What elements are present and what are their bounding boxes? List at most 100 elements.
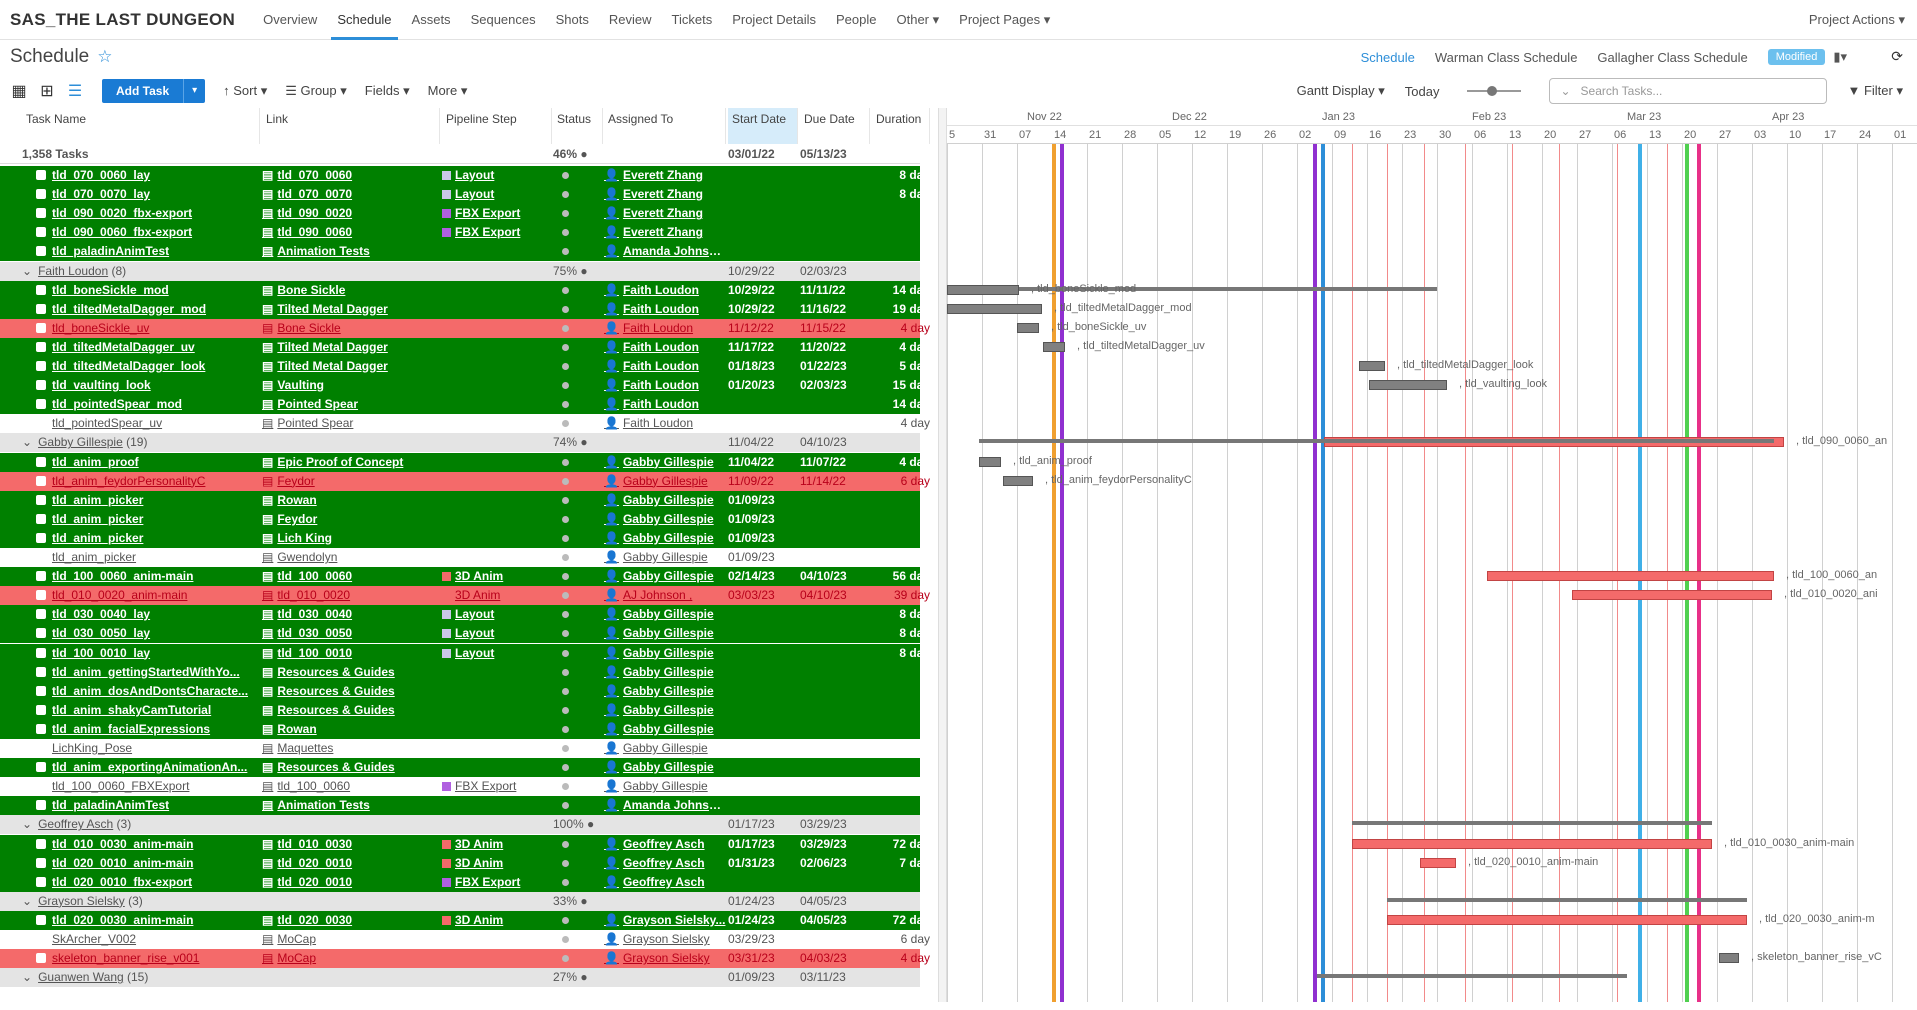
assigned-to[interactable]: 👤 Geoffrey Asch <box>604 835 726 854</box>
start-date[interactable] <box>728 644 798 663</box>
today-button[interactable]: Today <box>1405 84 1440 99</box>
assigned-to[interactable]: 👤 Amanda Johnso... <box>604 796 726 815</box>
status-icon[interactable] <box>562 548 592 567</box>
status-icon[interactable] <box>562 758 592 777</box>
checkbox-icon[interactable] <box>36 857 46 868</box>
star-icon[interactable]: ☆ <box>97 47 112 67</box>
checkbox-icon[interactable] <box>36 781 46 792</box>
start-date[interactable] <box>728 166 798 185</box>
chevron-down-icon[interactable]: ⌄ <box>22 817 32 831</box>
status-icon[interactable] <box>562 930 592 949</box>
gantt-task-bar[interactable] <box>1487 571 1774 582</box>
task-link[interactable]: ▤ Bone Sickle <box>262 281 440 300</box>
task-name[interactable]: tld_tiltedMetalDagger_look <box>36 357 258 376</box>
duration[interactable] <box>872 758 930 777</box>
due-date[interactable]: 03/29/23 <box>800 835 870 854</box>
table-row[interactable]: tld_090_0060_fbx-export ▤ tld_090_0060 FBX … <box>0 223 920 243</box>
table-row[interactable]: tld_vaulting_look ▤ Vaulting 👤 Faith Loudon 0… <box>0 376 930 396</box>
nav-project-details[interactable]: Project Details <box>722 0 826 40</box>
start-date[interactable]: 11/12/22 <box>728 319 798 338</box>
status-icon[interactable] <box>562 854 592 873</box>
start-date[interactable] <box>728 242 798 261</box>
more-button[interactable]: More ▾ <box>428 83 468 99</box>
status-icon[interactable] <box>562 796 592 815</box>
assigned-to[interactable]: 👤 Grayson Sielsky <box>604 930 726 949</box>
table-row[interactable]: tld_030_0040_lay ▤ tld_030_0040 Layout 👤 Gabb… <box>0 605 930 625</box>
checkbox-icon[interactable] <box>36 838 46 849</box>
assigned-to[interactable]: 👤 Faith Loudon <box>604 395 726 414</box>
table-row[interactable]: tld_070_0060_lay ▤ tld_070_0060 Layout 👤 Ever… <box>0 166 930 185</box>
task-link[interactable]: ▤ Resources & Guides <box>262 682 440 701</box>
gantt-task-bar[interactable] <box>947 284 1019 295</box>
due-date[interactable] <box>800 777 870 796</box>
duration[interactable] <box>872 720 930 739</box>
status-icon[interactable] <box>562 949 592 968</box>
assigned-to[interactable]: 👤 Faith Loudon <box>604 300 726 319</box>
assigned-to[interactable]: 👤 Gabby Gillespie <box>604 453 726 472</box>
task-name[interactable]: tld_010_0020_anim-main <box>36 586 258 605</box>
checkbox-icon[interactable] <box>36 513 46 524</box>
task-link[interactable]: ▤ tld_030_0050 <box>262 624 440 643</box>
assigned-to[interactable]: 👤 Amanda Johnso... <box>604 242 726 261</box>
status-icon[interactable] <box>562 720 592 739</box>
start-date[interactable] <box>728 739 798 758</box>
table-row[interactable]: tld_100_0010_lay ▤ tld_100_0010 Layout 👤 Gabb… <box>0 643 930 663</box>
due-date[interactable] <box>800 223 870 242</box>
start-date[interactable] <box>728 185 798 204</box>
assigned-to[interactable]: 👤 Gabby Gillespie <box>604 682 726 701</box>
task-name[interactable]: tld_anim_proof <box>36 453 258 472</box>
table-row[interactable]: tld_anim_dosAndDontsCharacte... ▤ Resource… <box>0 681 920 701</box>
table-row[interactable]: tld_anim_picker ▤ Gwendolyn 👤 Gabby Gillespi… <box>0 548 920 567</box>
checkbox-icon[interactable] <box>36 456 46 467</box>
due-date[interactable]: 11/11/22 <box>800 281 870 300</box>
task-link[interactable]: ▤ tld_090_0020 <box>262 204 440 223</box>
view-gallagher[interactable]: Gallagher Class Schedule <box>1597 50 1747 65</box>
task-name[interactable]: SkArcher_V002 <box>36 930 258 949</box>
page-icon[interactable]: ▮▾ <box>1833 49 1847 65</box>
start-date[interactable]: 01/31/23 <box>728 854 798 873</box>
column-header[interactable]: Start Date <box>728 108 798 144</box>
duration[interactable] <box>872 510 930 529</box>
table-row[interactable]: tld_pointedSpear_uv ▤ Pointed Spear 👤 Faith … <box>0 414 930 434</box>
assigned-to[interactable]: 👤 Everett Zhang <box>604 223 726 242</box>
task-link[interactable]: ▤ Animation Tests <box>262 796 440 815</box>
table-row[interactable]: tld_paladinAnimTest ▤ Animation Tests 👤 Aman… <box>0 796 920 816</box>
task-link[interactable]: ▤ Epic Proof of Concept <box>262 453 440 472</box>
checkbox-icon[interactable] <box>36 762 46 773</box>
due-date[interactable] <box>800 796 870 815</box>
assigned-to[interactable]: 👤 Faith Loudon <box>604 319 726 338</box>
task-name[interactable]: tld_paladinAnimTest <box>36 242 258 261</box>
start-date[interactable]: 02/14/23 <box>728 567 798 586</box>
start-date[interactable] <box>728 720 798 739</box>
zoom-slider[interactable] <box>1459 86 1529 96</box>
task-name[interactable]: tld_anim_picker <box>36 510 258 529</box>
status-icon[interactable] <box>562 338 592 357</box>
chevron-down-icon[interactable]: ⌄ <box>22 894 32 908</box>
start-date[interactable]: 01/09/23 <box>728 529 798 548</box>
task-view-icon[interactable]: ☰ <box>66 82 84 100</box>
task-link[interactable]: ▤ tld_010_0030 <box>262 835 440 854</box>
gantt-summary-bar[interactable] <box>979 439 1774 444</box>
checkbox-icon[interactable] <box>36 685 46 696</box>
task-name[interactable]: tld_100_0060_FBXExport <box>36 777 258 796</box>
chevron-down-icon[interactable]: ⌄ <box>22 264 32 278</box>
due-date[interactable]: 11/16/22 <box>800 300 870 319</box>
status-icon[interactable] <box>562 281 592 300</box>
table-row[interactable]: tld_anim_facialExpressions ▤ Rowan 👤 Gabby G… <box>0 719 920 739</box>
table-row[interactable]: tld_010_0020_anim-main ▤ tld_010_0020 3D An… <box>0 586 930 606</box>
duration[interactable]: 14 day <box>872 395 930 414</box>
task-link[interactable]: ▤ MoCap <box>262 930 440 949</box>
start-date[interactable] <box>728 796 798 815</box>
task-link[interactable]: ▤ Feydor <box>262 472 440 491</box>
due-date[interactable] <box>800 529 870 548</box>
task-link[interactable]: ▤ Rowan <box>262 720 440 739</box>
due-date[interactable]: 01/22/23 <box>800 357 870 376</box>
duration[interactable]: 5 day <box>872 357 930 376</box>
task-name[interactable]: tld_020_0030_anim-main <box>36 911 258 930</box>
view-warman[interactable]: Warman Class Schedule <box>1435 50 1578 65</box>
chevron-down-icon[interactable]: ⌄ <box>22 970 32 984</box>
task-link[interactable]: ▤ tld_030_0040 <box>262 605 440 624</box>
assigned-to[interactable]: 👤 Gabby Gillespie <box>604 491 726 510</box>
pane-splitter[interactable] <box>938 108 947 1002</box>
duration[interactable]: 19 day <box>872 300 930 319</box>
